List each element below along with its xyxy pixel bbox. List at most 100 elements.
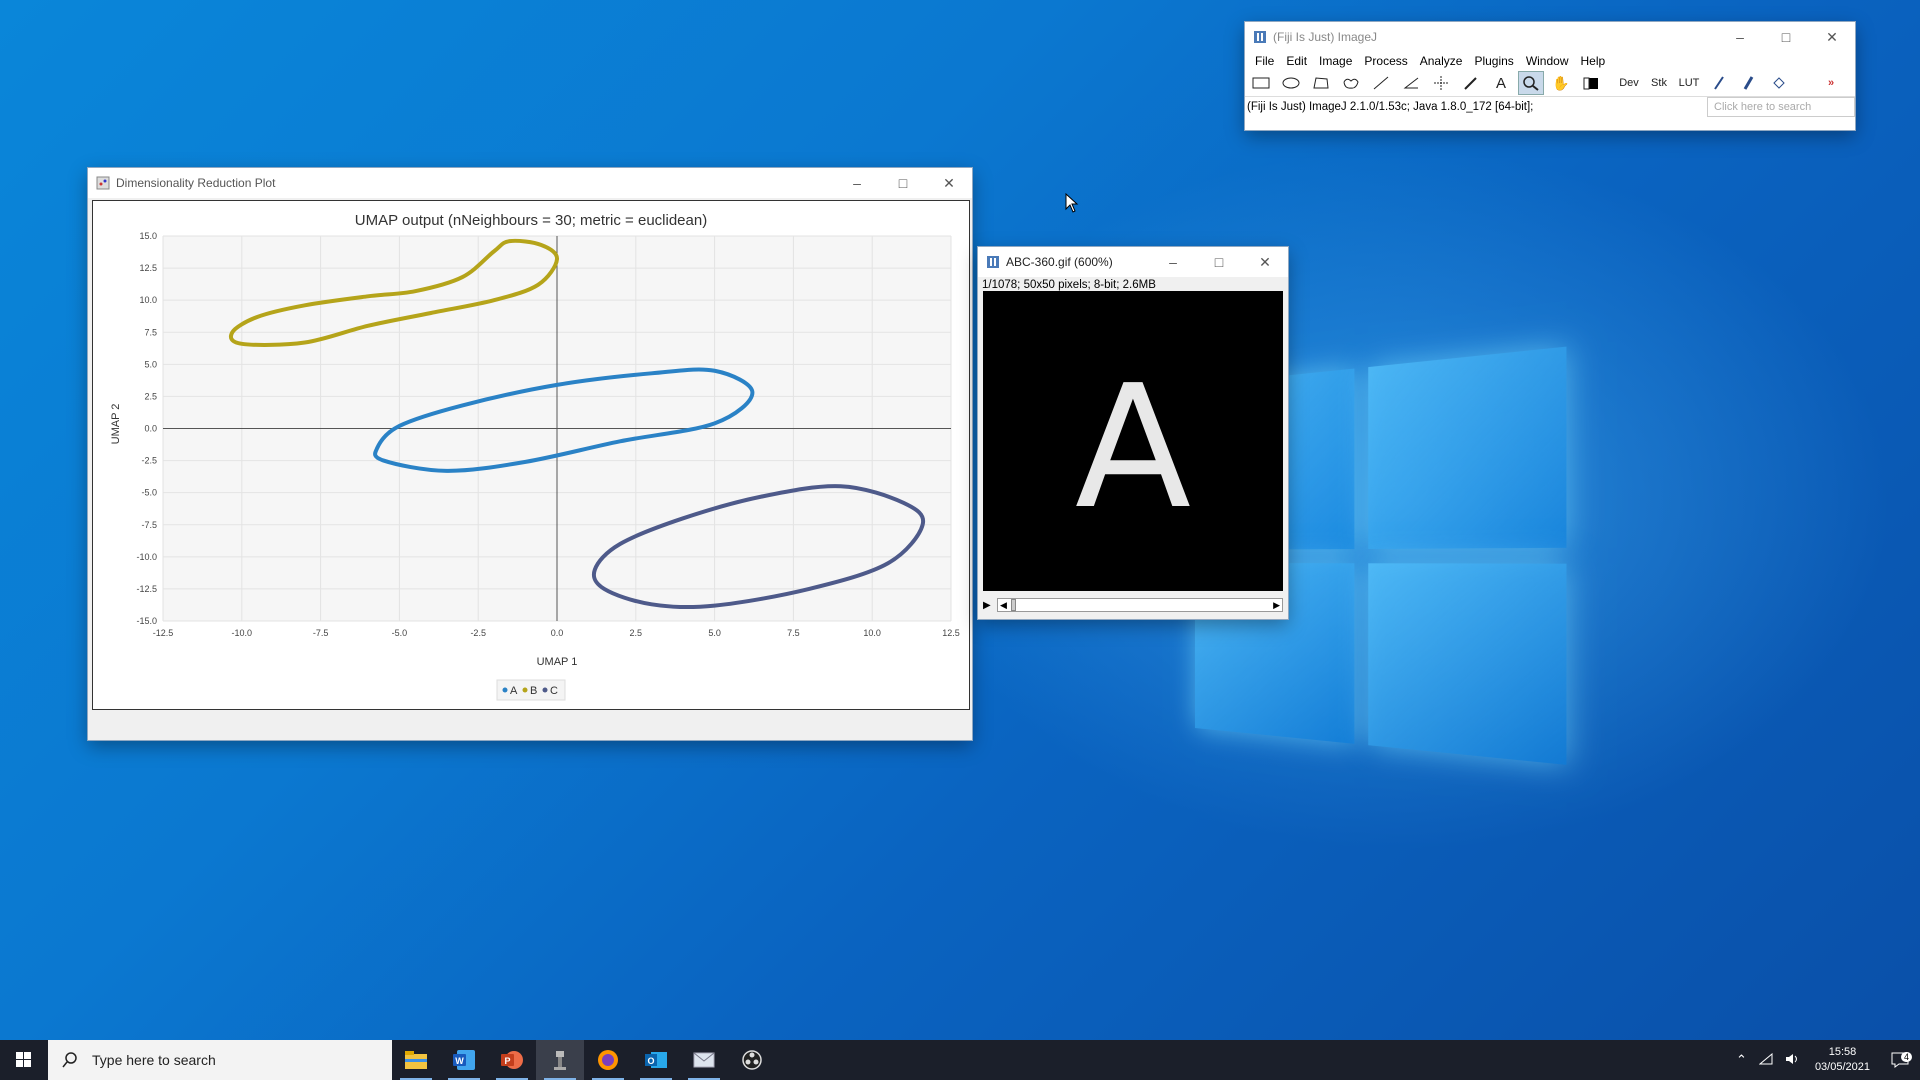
- mail-icon[interactable]: [680, 1040, 728, 1080]
- y-tick-label: 15.0: [139, 231, 157, 241]
- y-tick-label: 5.0: [144, 359, 157, 369]
- clock[interactable]: 15:58 03/05/2021: [1815, 1045, 1870, 1075]
- point-icon[interactable]: [1428, 71, 1454, 95]
- x-axis-label: UMAP 1: [537, 656, 578, 668]
- more-tools-icon[interactable]: »: [1818, 71, 1844, 95]
- color-picker-icon[interactable]: [1578, 71, 1604, 95]
- y-axis-label: UMAP 2: [110, 404, 122, 445]
- system-tray: ⌃ 15:58 03/05/2021 4: [1730, 1040, 1920, 1080]
- image-canvas[interactable]: A: [983, 291, 1283, 591]
- y-tick-label: 10.0: [139, 295, 157, 305]
- file-explorer-icon[interactable]: [392, 1040, 440, 1080]
- close-button[interactable]: ✕: [1809, 22, 1855, 52]
- pencil-icon[interactable]: [1706, 71, 1732, 95]
- obs-icon[interactable]: [728, 1040, 776, 1080]
- fiji-search-field[interactable]: Click here to search: [1707, 97, 1855, 117]
- word-icon[interactable]: W: [440, 1040, 488, 1080]
- x-tick-label: -5.0: [392, 628, 408, 638]
- network-icon[interactable]: [1758, 1052, 1773, 1068]
- maximize-button[interactable]: □: [880, 168, 926, 198]
- menu-file[interactable]: File: [1249, 54, 1280, 68]
- image-window: ABC-360.gif (600%) – □ ✕ 1/1078; 50x50 p…: [978, 247, 1288, 619]
- menu-help[interactable]: Help: [1575, 54, 1612, 68]
- image-scrollbar[interactable]: ▶ ◀ ▶: [983, 597, 1283, 613]
- scroll-thumb[interactable]: [1010, 599, 1016, 611]
- search-icon: [62, 1052, 77, 1068]
- close-button[interactable]: ✕: [1242, 247, 1288, 277]
- scroll-right-icon[interactable]: ▶: [1273, 600, 1282, 611]
- rectangle-icon[interactable]: [1248, 71, 1274, 95]
- plot-window-title: Dimensionality Reduction Plot: [116, 176, 276, 190]
- maximize-button[interactable]: □: [1763, 22, 1809, 52]
- x-tick-label: 10.0: [863, 628, 881, 638]
- fiji-titlebar[interactable]: (Fiji Is Just) ImageJ – □ ✕: [1245, 22, 1855, 52]
- y-tick-label: -5.0: [141, 488, 157, 498]
- angle-icon[interactable]: [1398, 71, 1424, 95]
- image-letter: A: [1075, 349, 1191, 547]
- image-app-icon: [987, 256, 999, 268]
- menu-process[interactable]: Process: [1358, 54, 1413, 68]
- fiji-menubar: File Edit Image Process Analyze Plugins …: [1245, 52, 1855, 70]
- freehand-icon[interactable]: [1338, 71, 1364, 95]
- svg-text:W: W: [455, 1056, 464, 1066]
- taskbar-search[interactable]: Type here to search: [48, 1040, 392, 1080]
- maximize-button[interactable]: □: [1196, 247, 1242, 277]
- dev-tool[interactable]: Dev: [1616, 71, 1642, 95]
- mouse-cursor-icon: [1065, 193, 1079, 213]
- image-window-title: ABC-360.gif (600%): [1006, 255, 1113, 269]
- fiji-statusbar: (Fiji Is Just) ImageJ 2.1.0/1.53c; Java …: [1245, 96, 1855, 117]
- menu-window[interactable]: Window: [1520, 54, 1575, 68]
- plot-area: UMAP output (nNeighbours = 30; metric = …: [92, 200, 970, 710]
- umap-chart: UMAP output (nNeighbours = 30; metric = …: [110, 212, 960, 701]
- outlook-icon[interactable]: O: [632, 1040, 680, 1080]
- image-titlebar[interactable]: ABC-360.gif (600%) – □ ✕: [978, 247, 1288, 277]
- chevron-up-icon[interactable]: ⌃: [1736, 1052, 1747, 1068]
- hand-icon[interactable]: ✋: [1548, 71, 1574, 95]
- powerpoint-icon[interactable]: P: [488, 1040, 536, 1080]
- magnifier-icon[interactable]: [1518, 71, 1544, 95]
- notification-badge: 4: [1900, 1052, 1912, 1062]
- y-tick-label: -2.5: [141, 456, 157, 466]
- menu-edit[interactable]: Edit: [1280, 54, 1313, 68]
- menu-image[interactable]: Image: [1313, 54, 1358, 68]
- y-tick-label: 12.5: [139, 263, 157, 273]
- minimize-button[interactable]: –: [834, 168, 880, 198]
- menu-analyze[interactable]: Analyze: [1414, 54, 1469, 68]
- fiji-status-text: (Fiji Is Just) ImageJ 2.1.0/1.53c; Java …: [1247, 101, 1534, 113]
- play-icon[interactable]: ▶: [983, 600, 997, 611]
- lut-tool[interactable]: LUT: [1676, 71, 1702, 95]
- scroll-left-icon[interactable]: ◀: [998, 600, 1007, 611]
- fiji-main-window: (Fiji Is Just) ImageJ – □ ✕ File Edit Im…: [1245, 22, 1855, 130]
- plot-app-icon: [96, 176, 110, 190]
- taskbar-search-placeholder: Type here to search: [92, 1052, 216, 1068]
- stk-tool[interactable]: Stk: [1646, 71, 1672, 95]
- start-button[interactable]: [0, 1040, 48, 1080]
- brush-icon[interactable]: [1736, 71, 1762, 95]
- line-icon[interactable]: [1368, 71, 1394, 95]
- minimize-button[interactable]: –: [1150, 247, 1196, 277]
- close-button[interactable]: ✕: [926, 168, 972, 198]
- legend: A B C: [496, 679, 566, 701]
- fiji-icon[interactable]: [536, 1040, 584, 1080]
- wand-icon[interactable]: [1458, 71, 1484, 95]
- x-tick-label: 5.0: [708, 628, 721, 638]
- text-icon[interactable]: A: [1488, 71, 1514, 95]
- firefox-icon[interactable]: [584, 1040, 632, 1080]
- taskbar: Type here to search W P O ⌃ 15:58 03/05/…: [0, 1040, 1920, 1080]
- polygon-icon[interactable]: [1308, 71, 1334, 95]
- flood-fill-icon[interactable]: [1766, 71, 1792, 95]
- legend-b: B: [530, 685, 537, 697]
- x-tick-label: -7.5: [313, 628, 329, 638]
- notification-center[interactable]: 4: [1880, 1052, 1920, 1068]
- menu-plugins[interactable]: Plugins: [1468, 54, 1519, 68]
- oval-icon[interactable]: [1278, 71, 1304, 95]
- minimize-button[interactable]: –: [1717, 22, 1763, 52]
- clock-time: 15:58: [1828, 1046, 1857, 1058]
- legend-a: A: [510, 685, 518, 697]
- volume-icon[interactable]: [1785, 1053, 1799, 1068]
- fiji-toolbar: A ✋ Dev Stk LUT »: [1245, 70, 1855, 96]
- clock-date: 03/05/2021: [1814, 1061, 1870, 1073]
- y-tick-label: -15.0: [136, 616, 157, 626]
- letter-image: A: [1075, 349, 1191, 547]
- plot-titlebar[interactable]: Dimensionality Reduction Plot – □ ✕: [88, 168, 972, 198]
